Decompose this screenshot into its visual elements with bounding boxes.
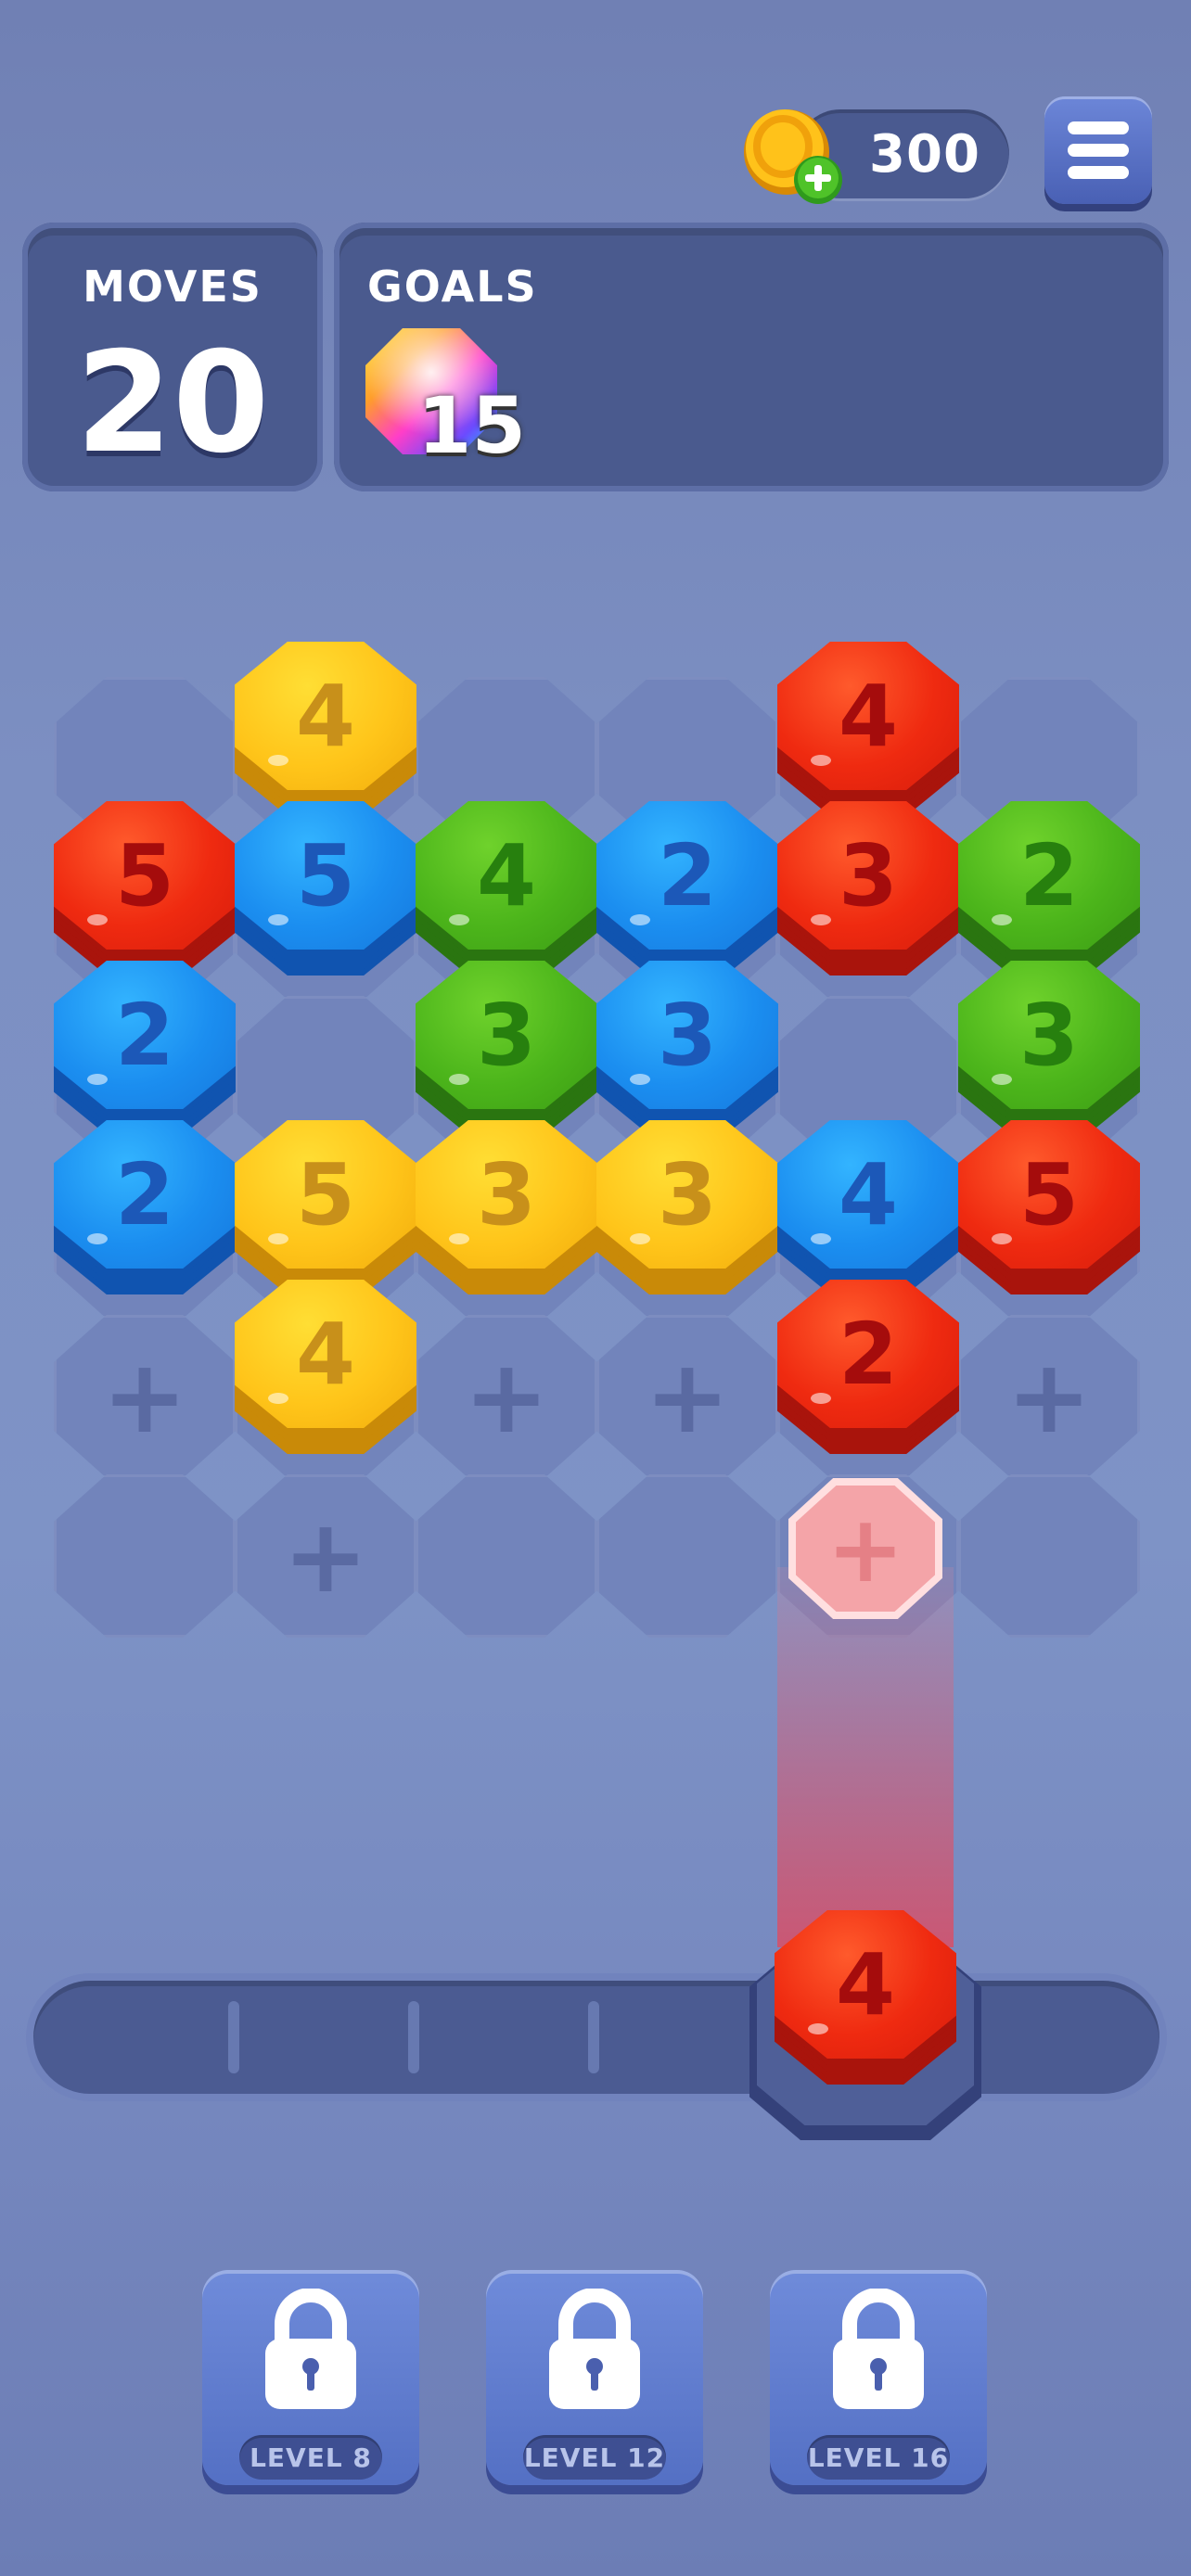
tile-number: 3: [416, 1120, 597, 1269]
coin-add-icon[interactable]: [740, 104, 844, 208]
moves-label: MOVES: [83, 261, 263, 312]
tile-number: 4: [777, 1120, 959, 1269]
hex-tile-yellow[interactable]: 4: [235, 1280, 416, 1465]
tile-number: 3: [416, 961, 597, 1109]
hex-tile-red[interactable]: 3: [777, 801, 959, 987]
hex-tile-red[interactable]: 5: [958, 1120, 1140, 1306]
menu-icon-bar: [1068, 121, 1129, 134]
hex-tile-yellow[interactable]: 3: [416, 1120, 597, 1306]
board-cell[interactable]: [54, 1474, 236, 1638]
level-label: LEVEL 12: [523, 2435, 666, 2480]
plus-icon[interactable]: +: [596, 1315, 778, 1478]
lock-icon: [549, 2289, 640, 2409]
board-cell[interactable]: [958, 1474, 1140, 1638]
locked-level-button[interactable]: LEVEL 16: [770, 2270, 987, 2485]
goals-label: GOALS: [367, 261, 538, 312]
tile-number: 5: [235, 1120, 416, 1269]
plus-icon[interactable]: +: [235, 1474, 416, 1638]
hex-tile-blue[interactable]: 5: [235, 801, 416, 987]
menu-icon-bar: [1068, 144, 1129, 157]
plus-icon[interactable]: +: [958, 1315, 1140, 1478]
hex-tile-yellow[interactable]: 4: [235, 642, 416, 827]
hex-tile-yellow[interactable]: 3: [596, 1120, 778, 1306]
moves-value: 20: [75, 323, 270, 484]
target-cell[interactable]: +: [796, 1486, 935, 1612]
hex-tile-red[interactable]: 5: [54, 801, 236, 987]
tile-number: 4: [775, 1910, 956, 2059]
tile-number: 5: [958, 1120, 1140, 1269]
tray-slot-divider: [408, 2001, 419, 2073]
tile-number: 2: [54, 1120, 236, 1269]
tile-number: 3: [958, 961, 1140, 1109]
tile-number: 4: [416, 801, 597, 950]
tile-number: 5: [54, 801, 236, 950]
held-tile[interactable]: 4: [775, 1910, 956, 2096]
locked-level-button[interactable]: LEVEL 8: [202, 2270, 419, 2485]
tile-number: 2: [596, 801, 778, 950]
hex-tile-green[interactable]: 3: [958, 961, 1140, 1146]
plus-icon[interactable]: +: [416, 1315, 597, 1478]
hex-tile-blue[interactable]: 2: [54, 1120, 236, 1306]
tile-number: 3: [596, 961, 778, 1109]
tray-slot-divider: [228, 2001, 239, 2073]
level-label: LEVEL 16: [807, 2435, 950, 2480]
drop-beam: [777, 1567, 954, 1947]
goal-count: 15: [417, 380, 526, 471]
plus-icon[interactable]: +: [54, 1315, 236, 1478]
tile-number: 2: [777, 1280, 959, 1428]
tile-tray: [33, 1981, 1159, 2094]
hex-tile-blue[interactable]: 4: [777, 1120, 959, 1306]
hex-tile-green[interactable]: 2: [958, 801, 1140, 987]
tile-number: 3: [777, 801, 959, 950]
tile-number: 3: [596, 1120, 778, 1269]
hex-tile-yellow[interactable]: 5: [235, 1120, 416, 1306]
tile-number: 2: [54, 961, 236, 1109]
tile-number: 4: [235, 1280, 416, 1428]
menu-icon-bar: [1068, 166, 1129, 179]
lock-icon: [265, 2289, 356, 2409]
hex-tile-blue[interactable]: 2: [54, 961, 236, 1146]
tile-number: 4: [235, 642, 416, 790]
plus-icon: +: [826, 1494, 904, 1603]
menu-button[interactable]: [1044, 96, 1152, 204]
hex-tile-red[interactable]: 2: [777, 1280, 959, 1465]
tile-number: 4: [777, 642, 959, 790]
hex-tile-green[interactable]: 3: [416, 961, 597, 1146]
tile-number: 2: [958, 801, 1140, 950]
locked-level-button[interactable]: LEVEL 12: [486, 2270, 703, 2485]
hex-tile-blue[interactable]: 2: [596, 801, 778, 987]
tray-slot-divider: [588, 2001, 599, 2073]
tile-number: 5: [235, 801, 416, 950]
board-cell[interactable]: [416, 1474, 597, 1638]
coin-count: 300: [869, 123, 980, 185]
hex-tile-blue[interactable]: 3: [596, 961, 778, 1146]
lock-icon: [833, 2289, 924, 2409]
moves-panel: MOVES 20: [22, 223, 323, 491]
board-cell[interactable]: [596, 1474, 778, 1638]
level-label: LEVEL 8: [239, 2435, 382, 2480]
hex-tile-green[interactable]: 4: [416, 801, 597, 987]
hex-tile-red[interactable]: 4: [777, 642, 959, 827]
